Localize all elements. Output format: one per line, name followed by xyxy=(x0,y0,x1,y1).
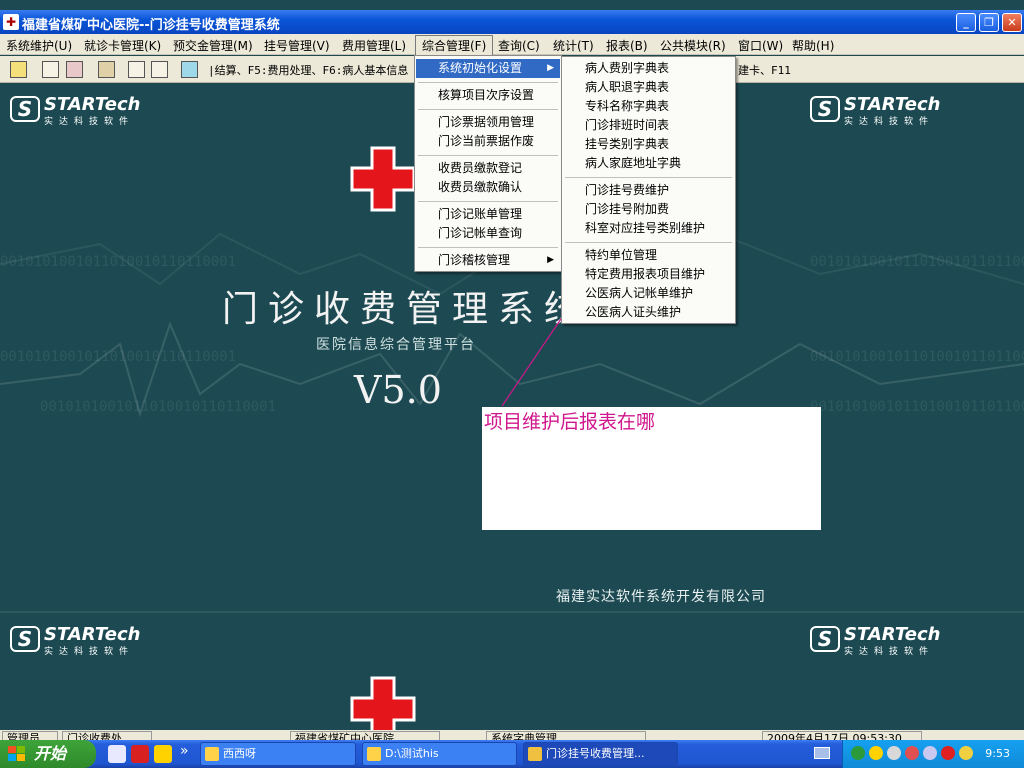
status-hospital: 福建省煤矿中心医院 xyxy=(290,731,440,740)
menu-separator xyxy=(565,177,732,178)
media-icon[interactable] xyxy=(131,745,149,763)
menu-item-payment-confirm[interactable]: 收费员缴款确认 xyxy=(416,178,560,197)
general-management-menu: 系统初始化设置 ▶ 核算项目次序设置 门诊票据领用管理 门诊当前票据作废 收费员缴… xyxy=(414,55,562,272)
menu-separator xyxy=(418,247,558,248)
menu-item-accounting-order[interactable]: 核算项目次序设置 xyxy=(416,86,560,105)
menu-separator xyxy=(418,82,558,83)
search-icon[interactable] xyxy=(887,746,901,760)
taskbar: 开始 » 西西呀 D:\测试his 门诊挂号收费管理... 9:53 xyxy=(0,740,1024,768)
menu-item-ticket-void[interactable]: 门诊当前票据作废 xyxy=(416,132,560,151)
menu-separator xyxy=(418,155,558,156)
status-module: 系统字典管理 xyxy=(486,731,646,740)
input-method-icon[interactable] xyxy=(923,746,937,760)
volume-icon[interactable] xyxy=(905,746,919,760)
folder-icon xyxy=(205,747,219,761)
menu-item-public-patient-cert[interactable]: 公医病人证头维护 xyxy=(563,303,734,322)
menu-item-dept-registration-type[interactable]: 科室对应挂号类别维护 xyxy=(563,219,734,238)
taskbar-item-hospital-app[interactable]: 门诊挂号收费管理... xyxy=(523,742,678,766)
menu-item-contract-unit[interactable]: 特约单位管理 xyxy=(563,246,734,265)
system-tray: 9:53 xyxy=(842,740,1024,768)
start-button[interactable]: 开始 xyxy=(0,740,96,768)
menu-item-bill-query[interactable]: 门诊记帐单查询 xyxy=(416,224,560,243)
qq-tray-icon[interactable] xyxy=(869,746,883,760)
menu-separator xyxy=(565,242,732,243)
keyboard-icon[interactable] xyxy=(814,747,830,759)
system-init-submenu: 病人费别字典表 病人职退字典表 专科名称字典表 门诊排班时间表 挂号类别字典表 … xyxy=(561,56,736,324)
menu-item-registration-extra-fee[interactable]: 门诊挂号附加费 xyxy=(563,200,734,219)
menu-item-specialty-dict[interactable]: 专科名称字典表 xyxy=(563,97,734,116)
status-datetime: 2009年4月17日 09:53:30 xyxy=(762,731,922,740)
windows-flag-icon xyxy=(8,746,25,761)
app-icon xyxy=(528,747,542,761)
status-bar: 管理员 门诊收费处 福建省煤矿中心医院 系统字典管理 2009年4月17日 09… xyxy=(0,730,1024,740)
qq-icon[interactable] xyxy=(154,745,172,763)
status-user: 管理员 xyxy=(2,731,58,740)
menu-item-address-dict[interactable]: 病人家庭地址字典 xyxy=(563,154,734,173)
menu-item-bill-management[interactable]: 门诊记账单管理 xyxy=(416,205,560,224)
quicklaunch-more[interactable]: » xyxy=(180,743,189,759)
menu-separator xyxy=(418,201,558,202)
menu-item-system-init[interactable]: 系统初始化设置 ▶ xyxy=(416,59,560,78)
menu-item-payment-register[interactable]: 收费员缴款登记 xyxy=(416,159,560,178)
menu-item-ticket-receive[interactable]: 门诊票据领用管理 xyxy=(416,113,560,132)
network-icon[interactable] xyxy=(851,746,865,760)
menu-item-schedule-table[interactable]: 门诊排班时间表 xyxy=(563,116,734,135)
menu-item-job-dict[interactable]: 病人职退字典表 xyxy=(563,78,734,97)
shield-icon[interactable] xyxy=(959,746,973,760)
menu-item-special-fee-report-item[interactable]: 特定费用报表项目维护 xyxy=(563,265,734,284)
folder-icon xyxy=(367,747,381,761)
menu-separator xyxy=(418,109,558,110)
submenu-arrow-icon: ▶ xyxy=(547,63,554,73)
taskbar-item-xixiya[interactable]: 西西呀 xyxy=(200,742,356,766)
taskbar-item-test-his[interactable]: D:\测试his xyxy=(362,742,517,766)
annotation-note: 项目维护后报表在哪 xyxy=(482,407,821,530)
block-icon[interactable] xyxy=(941,746,955,760)
annotation-text: 项目维护后报表在哪 xyxy=(484,411,656,433)
menu-item-registration-fee[interactable]: 门诊挂号费维护 xyxy=(563,181,734,200)
clock[interactable]: 9:53 xyxy=(985,747,1010,760)
ie-icon[interactable] xyxy=(108,745,126,763)
menu-item-fee-type-dict[interactable]: 病人费别字典表 xyxy=(563,59,734,78)
menu-item-registration-type-dict[interactable]: 挂号类别字典表 xyxy=(563,135,734,154)
menu-item-audit-management[interactable]: 门诊稽核管理 ▶ xyxy=(416,251,560,270)
status-department: 门诊收费处 xyxy=(62,731,152,740)
submenu-arrow-icon: ▶ xyxy=(547,255,554,265)
menu-item-public-patient-bill[interactable]: 公医病人记帐单维护 xyxy=(563,284,734,303)
